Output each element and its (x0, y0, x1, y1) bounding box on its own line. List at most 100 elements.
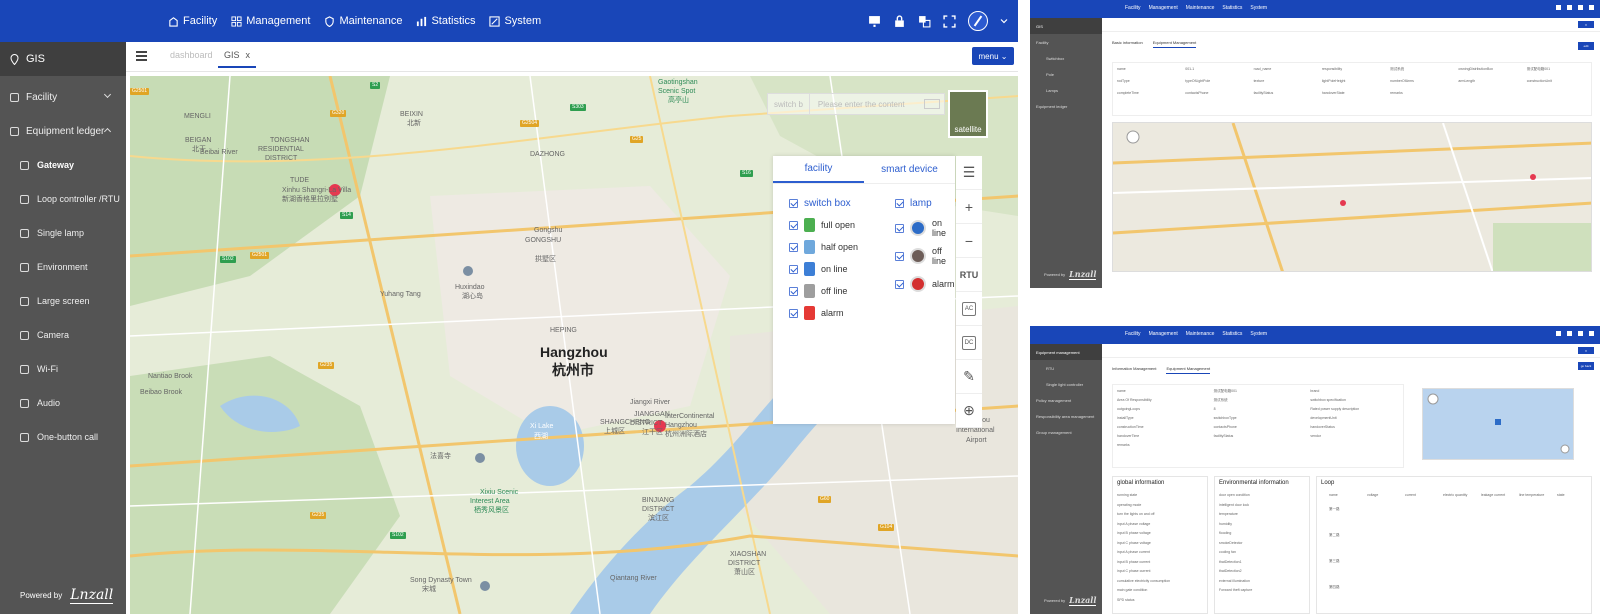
sidebar-sub-large-screen[interactable]: Large screen (0, 284, 126, 318)
thumb-side-item[interactable]: Lamps (1030, 82, 1102, 98)
thumb-nav-item[interactable]: Management (1149, 5, 1178, 11)
search-input[interactable]: Please enter the content (810, 100, 924, 109)
sidebar-sub-audio[interactable]: Audio (0, 386, 126, 420)
checkbox[interactable] (789, 308, 798, 318)
lock-icon[interactable] (893, 14, 906, 28)
thumb-icon[interactable] (1589, 331, 1594, 336)
search-type-select[interactable]: switch b (768, 94, 810, 114)
tab-facility[interactable]: facility (773, 156, 864, 183)
thumb-menu-button[interactable]: ▾ (1578, 347, 1594, 354)
tab-gis[interactable]: GIS x (218, 48, 257, 68)
nav-facility[interactable]: Facility (168, 15, 217, 27)
translate-icon[interactable] (918, 15, 931, 28)
lamp-filter-alarm[interactable]: alarm (895, 270, 955, 298)
filter-full-open[interactable]: full open (789, 214, 858, 236)
thumb-nav-item[interactable]: Maintenance (1186, 5, 1215, 11)
close-icon[interactable]: x (246, 50, 251, 60)
sidebar-sub-wifi[interactable]: Wi-Fi (0, 352, 126, 386)
checkbox[interactable] (789, 264, 798, 274)
tab-dashboard[interactable]: dashboard (170, 50, 213, 60)
checkbox[interactable] (895, 279, 904, 289)
nav-management[interactable]: Management (231, 15, 310, 27)
sidebar-sub-one-button-call[interactable]: One-button call (0, 420, 126, 454)
thumb-subtab[interactable]: Equipment Management (1166, 366, 1211, 374)
hamburger-icon[interactable] (136, 51, 147, 61)
checkbox[interactable] (789, 220, 798, 230)
thumb-subtab[interactable]: Basic information (1112, 40, 1143, 48)
thumb-side-item[interactable]: Switchbox (1030, 50, 1102, 66)
thumb-nav-item[interactable]: Statistics (1222, 5, 1242, 11)
thumb-subtab[interactable]: Equipment Management (1152, 40, 1197, 48)
nav-statistics[interactable]: Statistics (416, 15, 475, 27)
thumb-icon[interactable] (1556, 5, 1561, 10)
thumb-icon[interactable] (1578, 5, 1583, 10)
checkbox[interactable] (895, 198, 904, 208)
dc-layer-button[interactable]: DC (956, 326, 982, 360)
thumb-side-item[interactable]: Pole (1030, 66, 1102, 82)
menu-button[interactable]: menu ⌄ (972, 47, 1014, 65)
thumb-subtab[interactable]: Information Management (1112, 366, 1156, 374)
thumb-edit-button[interactable]: edit (1578, 42, 1594, 50)
thumb-side-item[interactable]: Equipment ledger (1030, 98, 1102, 114)
tab-smart-device[interactable]: smart device (864, 156, 955, 183)
zoom-out-button[interactable]: − (956, 224, 982, 258)
filter-icon[interactable]: ☰ (956, 156, 982, 190)
thumb-menu-button[interactable]: ▾ (1578, 21, 1594, 28)
checkbox[interactable] (789, 286, 798, 296)
checkbox[interactable] (895, 223, 904, 233)
search-icon[interactable] (924, 99, 940, 109)
filter-on-line[interactable]: on line (789, 258, 858, 280)
sidebar-sub-loop-controller[interactable]: Loop controller /RTU (0, 182, 126, 216)
thumb-nav-item[interactable]: Facility (1125, 5, 1141, 11)
switch-box-filter[interactable]: switch box (789, 192, 858, 214)
thumb-side-item[interactable]: Equipment management (1030, 344, 1102, 360)
nav-system[interactable]: System (489, 15, 541, 27)
locate-icon[interactable]: ⊕ (956, 394, 982, 428)
fullscreen-icon[interactable] (943, 14, 956, 28)
checkbox[interactable] (789, 198, 798, 208)
checkbox[interactable] (789, 242, 798, 252)
lamp-filter-off-line[interactable]: off line (895, 242, 955, 270)
thumb-icon[interactable] (1589, 5, 1594, 10)
zoom-in-button[interactable]: + (956, 190, 982, 224)
nav-maintenance[interactable]: Maintenance (324, 15, 402, 27)
filter-alarm[interactable]: alarm (789, 302, 858, 324)
thumb-nav-item[interactable]: Facility (1125, 331, 1141, 337)
gis-map[interactable]: Gaotingshan Scenic Spot 高亭山 BEIXIN 北新 BEIGAN 北… (130, 76, 1018, 614)
thumb-side-item[interactable]: Group management (1030, 424, 1102, 440)
thumb-side-item[interactable]: GIS (1030, 18, 1102, 34)
user-avatar[interactable] (968, 11, 988, 31)
thumb-nav-item[interactable]: System (1250, 5, 1267, 11)
thumb-side-item[interactable]: Facility (1030, 34, 1102, 50)
thumb-nav-item[interactable]: Management (1149, 331, 1178, 337)
thumb-nav-item[interactable]: Maintenance (1186, 331, 1215, 337)
rtu-layer-button[interactable]: RTU (956, 258, 982, 292)
thumb-side-item[interactable]: Single light controller (1030, 376, 1102, 392)
thumb-icon[interactable] (1578, 331, 1583, 336)
thumb-side-item[interactable]: RTU (1030, 360, 1102, 376)
sidebar-sub-environment[interactable]: Environment (0, 250, 126, 284)
chevron-down-icon[interactable] (1000, 15, 1008, 28)
thumb-side-item[interactable]: Policy management (1030, 392, 1102, 408)
thumb-nav-item[interactable]: Statistics (1222, 331, 1242, 337)
checkbox[interactable] (895, 251, 904, 261)
thumb-map[interactable] (1112, 122, 1592, 272)
ac-layer-button[interactable]: AC (956, 292, 982, 326)
thumb-map[interactable] (1422, 388, 1574, 460)
satellite-toggle[interactable]: satellite (948, 90, 988, 138)
sidebar-sub-camera[interactable]: Camera (0, 318, 126, 352)
thumb-icon[interactable] (1556, 331, 1561, 336)
lamp-filter-on-line[interactable]: on line (895, 214, 955, 242)
thumb-nav-item[interactable]: System (1250, 331, 1267, 337)
device-search[interactable]: switch b Please enter the content (767, 93, 945, 115)
sidebar-item-facility[interactable]: Facility (0, 80, 126, 114)
thumb-icon[interactable] (1567, 5, 1572, 10)
filter-half-open[interactable]: half open (789, 236, 858, 258)
sidebar-item-gis[interactable]: GIS (0, 42, 126, 76)
sidebar-sub-gateway[interactable]: Gateway (0, 148, 126, 182)
monitor-icon[interactable] (868, 15, 881, 28)
thumb-go-back-button[interactable]: go back (1578, 362, 1594, 370)
lamp-filter[interactable]: lamp (895, 192, 955, 214)
thumb-icon[interactable] (1567, 331, 1572, 336)
sidebar-item-equipment-ledger[interactable]: Equipment ledger (0, 114, 126, 148)
